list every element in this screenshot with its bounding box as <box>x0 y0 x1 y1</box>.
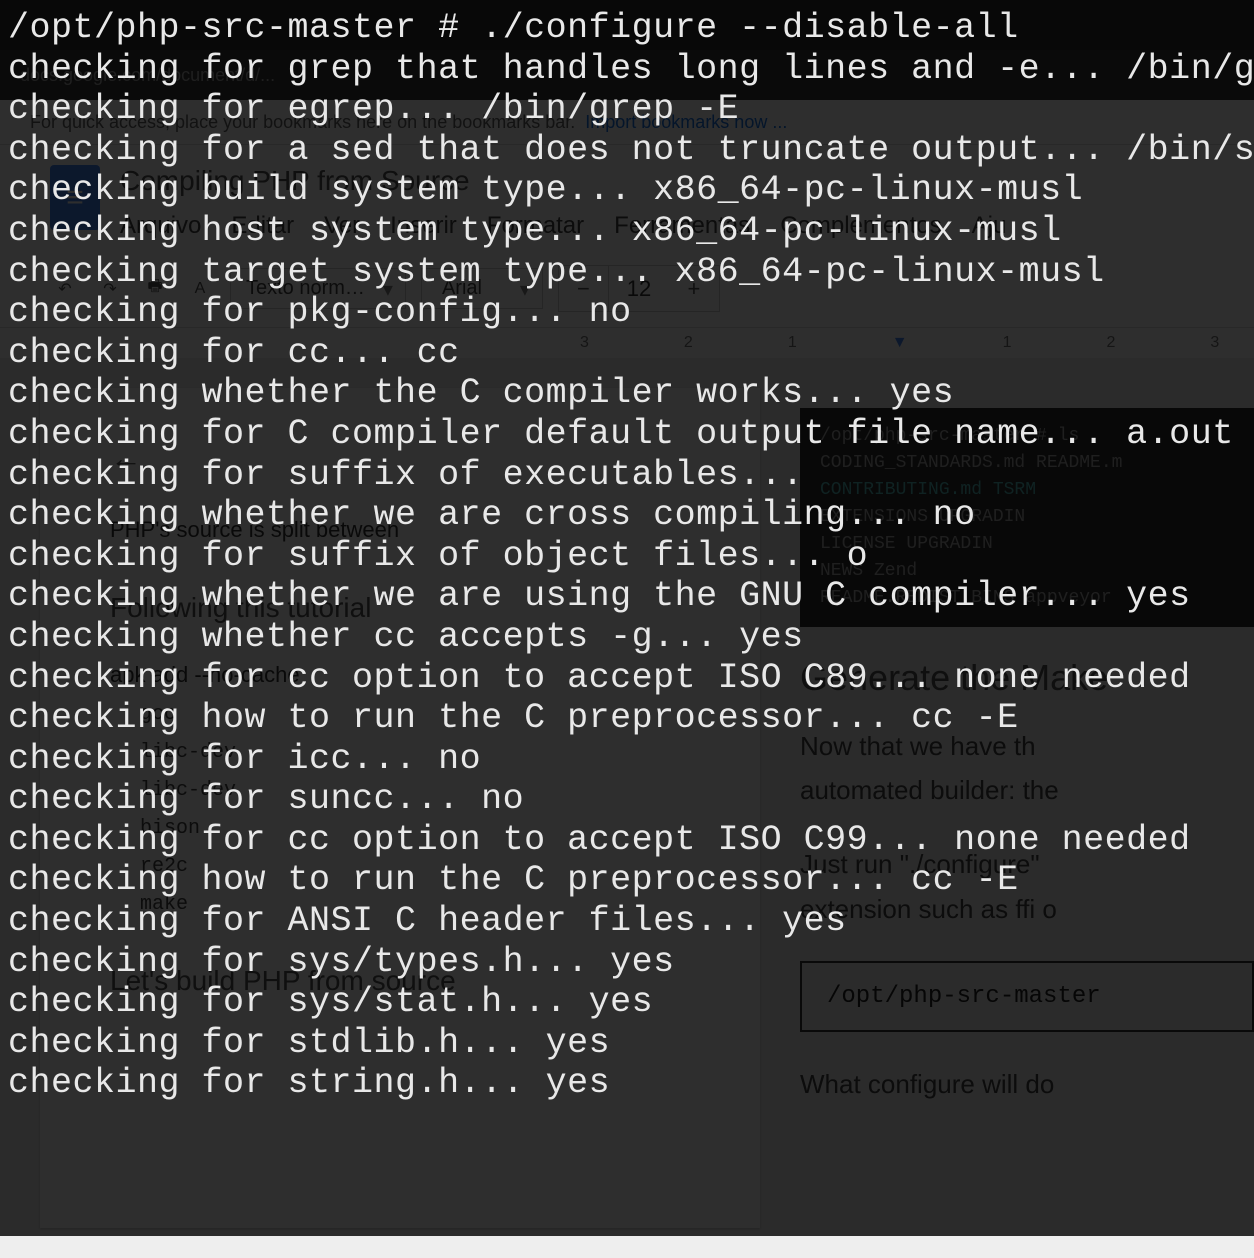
terminal-line: checking for C compiler default output f… <box>8 414 1234 454</box>
terminal-line: checking host system type... x86_64-pc-l… <box>8 211 1062 251</box>
terminal-overlay[interactable]: /opt/php-src-master # ./configure --disa… <box>0 0 1254 1236</box>
terminal-line: checking for ANSI C header files... yes <box>8 901 847 941</box>
terminal-line: checking whether we are using the GNU C … <box>8 576 1191 616</box>
terminal-line: checking for cc option to accept ISO C89… <box>8 658 1191 698</box>
terminal-line: checking for grep that handles long line… <box>8 49 1254 89</box>
terminal-line: /opt/php-src-master # ./configure --disa… <box>8 8 1019 48</box>
terminal-line: checking how to run the C preprocessor..… <box>8 860 1019 900</box>
terminal-line: checking for sys/stat.h... yes <box>8 982 653 1022</box>
terminal-line: checking how to run the C preprocessor..… <box>8 698 1019 738</box>
terminal-line: checking for egrep... /bin/grep -E <box>8 89 739 129</box>
terminal-line: checking for suncc... no <box>8 779 524 819</box>
terminal-line: checking whether we are cross compiling.… <box>8 495 976 535</box>
terminal-line: checking for cc... cc <box>8 333 460 373</box>
terminal-line: checking whether the C compiler works...… <box>8 373 954 413</box>
terminal-line: checking for suffix of object files... o <box>8 536 868 576</box>
terminal-line: checking for pkg-config... no <box>8 292 632 332</box>
terminal-line: checking for sys/types.h... yes <box>8 942 675 982</box>
terminal-line: checking whether cc accepts -g... yes <box>8 617 804 657</box>
terminal-line: checking for stdlib.h... yes <box>8 1023 610 1063</box>
terminal-line: checking for string.h... yes <box>8 1063 610 1103</box>
terminal-line: checking for icc... no <box>8 739 481 779</box>
terminal-line: checking for cc option to accept ISO C99… <box>8 820 1191 860</box>
terminal-line: checking target system type... x86_64-pc… <box>8 252 1105 292</box>
terminal-line: checking for suffix of executables... <box>8 455 804 495</box>
terminal-line: checking for a sed that does not truncat… <box>8 130 1254 170</box>
terminal-line: checking build system type... x86_64-pc-… <box>8 170 1083 210</box>
